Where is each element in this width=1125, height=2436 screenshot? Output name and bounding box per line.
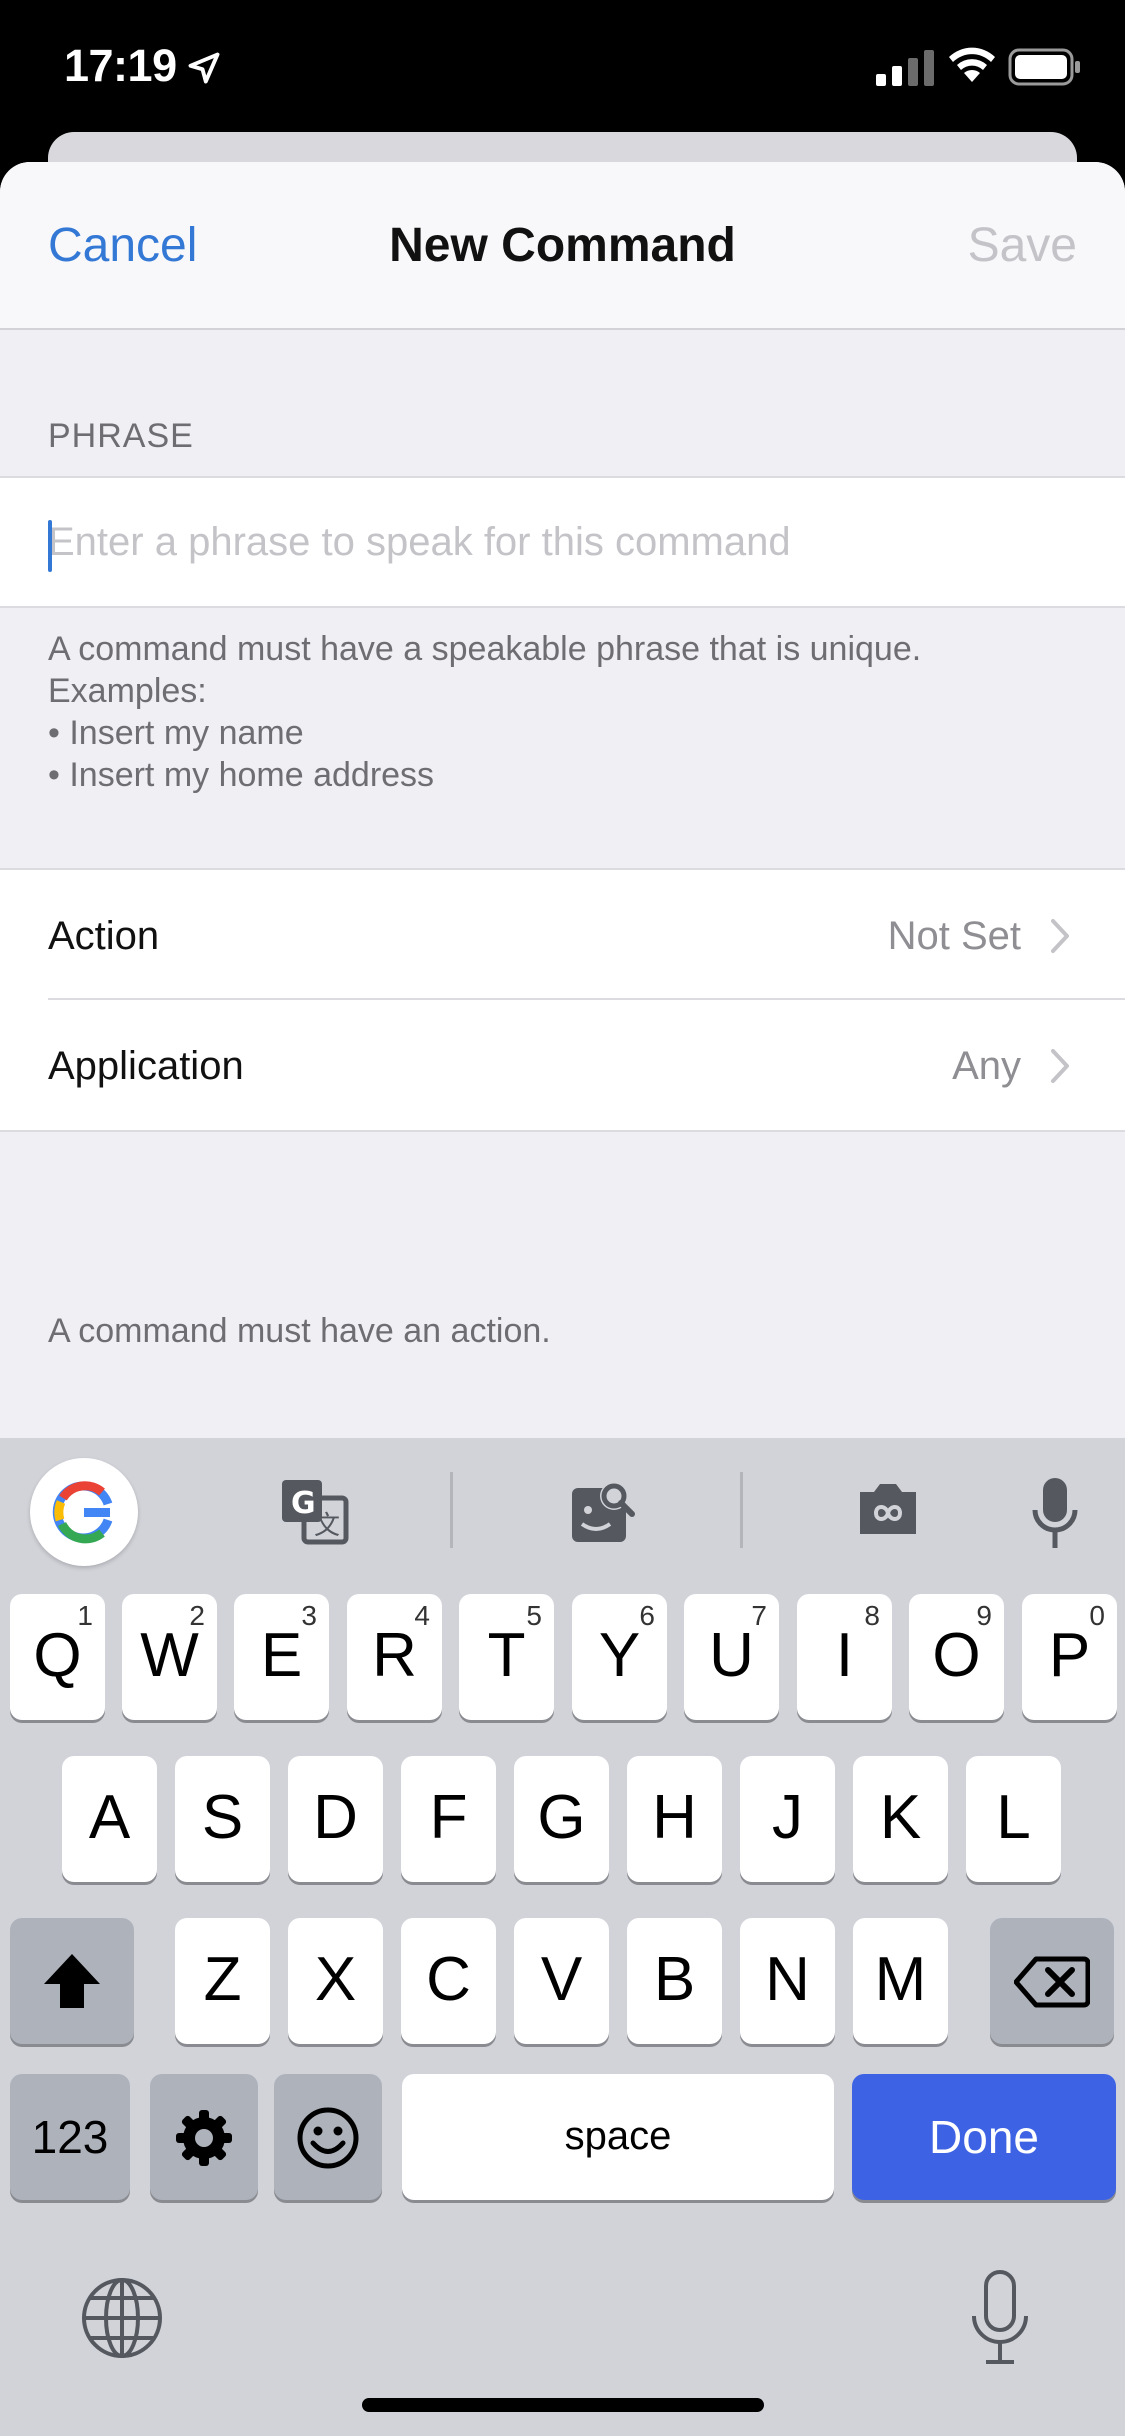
voice-mic-icon[interactable] [1030,1478,1080,1550]
key-e[interactable]: 3E [234,1594,329,1720]
backspace-key[interactable] [990,1918,1114,2044]
key-t[interactable]: 5T [459,1594,554,1720]
key-n[interactable]: N [740,1918,835,2044]
keyboard-toolbar: G 文 [0,1438,1125,1588]
translate-icon[interactable]: G 文 [280,1478,350,1546]
key-k[interactable]: K [853,1756,948,1882]
svg-text:G: G [291,1486,316,1521]
key-y[interactable]: 6Y [572,1594,667,1720]
key-m[interactable]: M [853,1918,948,2044]
action-value: Not Set [887,914,1021,958]
backspace-icon [1014,1956,1090,2008]
key-z[interactable]: Z [175,1918,270,2044]
cellular-signal-icon [876,50,934,86]
keyboard: G 文 1Q 2W 3E 4R 5T 6Y 7U 8I 9O 0P A S D … [0,1438,1125,2436]
settings-key[interactable] [150,2074,258,2200]
numbers-key[interactable]: 123 [10,2074,130,2200]
shift-arrow-icon [44,1954,100,2008]
new-command-sheet: Cancel New Command Save PHRASE A command… [0,162,1125,1438]
key-j[interactable]: J [740,1756,835,1882]
shift-key[interactable] [10,1918,134,2044]
phrase-cell [0,476,1125,608]
toolbar-divider [450,1472,453,1548]
key-f[interactable]: F [401,1756,496,1882]
wifi-icon [949,47,995,82]
key-h[interactable]: H [627,1756,722,1882]
gear-icon [176,2110,232,2166]
phrase-input[interactable] [48,506,1078,578]
emoji-face-icon [297,2107,359,2169]
key-s[interactable]: S [175,1756,270,1882]
text-cursor [48,520,52,572]
application-label: Application [48,1044,244,1088]
key-v[interactable]: V [514,1918,609,2044]
key-x[interactable]: X [288,1918,383,2044]
location-arrow-icon [188,52,220,84]
chevron-right-icon [1051,1049,1069,1083]
key-i[interactable]: 8I [797,1594,892,1720]
status-bar: 17:19 [0,0,1125,140]
footer-line: • Insert my home address [48,756,435,794]
svg-text:文: 文 [314,1511,340,1541]
key-p[interactable]: 0P [1022,1594,1117,1720]
toolbar-divider [740,1472,743,1548]
space-key[interactable]: space [402,2074,834,2200]
action-footer-note: A command must have an action. [48,1312,551,1350]
footer-line: • Insert my name [48,714,304,752]
key-b[interactable]: B [627,1918,722,2044]
key-q[interactable]: 1Q [10,1594,105,1720]
key-o[interactable]: 9O [909,1594,1004,1720]
home-indicator[interactable] [362,2398,764,2412]
navigation-bar: Cancel New Command Save [0,162,1125,330]
footer-line: Examples: [48,672,207,710]
application-row[interactable]: Application Any [0,1000,1125,1132]
image-search-icon[interactable] [570,1478,638,1546]
chevron-right-icon [1051,919,1069,953]
action-label: Action [48,914,160,958]
action-row[interactable]: Action Not Set [0,868,1125,1000]
key-a[interactable]: A [62,1756,157,1882]
gif-camera-icon[interactable] [856,1478,920,1538]
status-time: 17:19 [64,40,177,91]
battery-icon [1008,48,1080,86]
key-r[interactable]: 4R [347,1594,442,1720]
footer-line: A command must have a speakable phrase t… [48,630,922,668]
google-g-icon[interactable] [30,1458,138,1566]
key-g[interactable]: G [514,1756,609,1882]
page-title: New Command [389,219,736,272]
phrase-section-header: PHRASE [48,417,194,455]
save-button[interactable]: Save [968,218,1077,273]
dictation-mic-icon[interactable] [968,2268,1032,2368]
application-value: Any [952,1044,1021,1088]
key-d[interactable]: D [288,1756,383,1882]
emoji-key[interactable] [274,2074,382,2200]
key-c[interactable]: C [401,1918,496,2044]
done-key[interactable]: Done [852,2074,1116,2200]
phrase-footer-note: A command must have a speakable phrase t… [48,628,921,796]
key-w[interactable]: 2W [122,1594,217,1720]
key-u[interactable]: 7U [684,1594,779,1720]
globe-icon[interactable] [80,2276,164,2360]
key-l[interactable]: L [966,1756,1061,1882]
